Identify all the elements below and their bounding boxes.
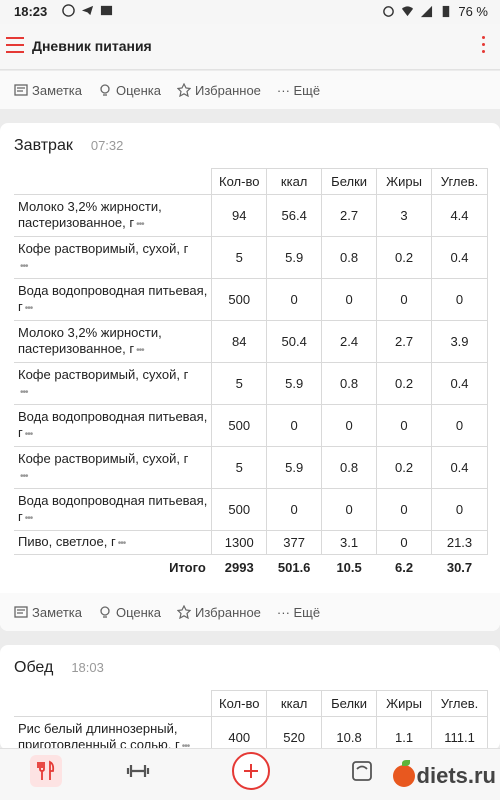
column-kcal: ккал (266, 168, 323, 195)
dots-icon: ••• (24, 302, 33, 314)
column-carbs: Углев. (431, 168, 488, 195)
lightbulb-icon (100, 606, 110, 618)
column-qty: Кол-во (211, 690, 268, 717)
food-row[interactable]: Вода водопроводная питьевая, г ••• 500 0 0 0… (14, 404, 488, 447)
day-actions-bar: Заметка Оценка Избранное ··· Ещё (0, 71, 500, 109)
gallery-icon (100, 5, 113, 16)
column-qty: Кол-во (211, 168, 268, 195)
dots-icon: ••• (20, 470, 28, 482)
food-row[interactable]: Молоко 3,2% жирности, пастеризованное, г… (14, 194, 488, 237)
favorites-button[interactable]: Избранное (177, 605, 261, 620)
app-bar: Дневник питания (0, 24, 500, 70)
meal-time[interactable]: 18:03 (71, 660, 104, 675)
battery-level: 76 % (458, 4, 488, 19)
apple-icon (392, 760, 415, 787)
status-bar: 18:23 76 % (0, 0, 500, 24)
alarm-icon (383, 6, 395, 17)
food-row[interactable]: Молоко 3,2% жирности, пастеризованное, г… (14, 320, 488, 363)
dots-icon: ••• (24, 428, 33, 440)
food-row[interactable]: Вода водопроводная питьевая, г ••• 500 0 0 0… (14, 488, 488, 531)
breakfast-card: Завтрак 07:32 Кол-во ккал Белки Жиры Угл… (0, 123, 500, 631)
page-title: Дневник питания (32, 38, 152, 54)
fork-knife-icon (37, 760, 55, 780)
viber-icon (62, 4, 75, 17)
breakfast-table: Кол-во ккал Белки Жиры Углев. Молоко 3,2… (14, 168, 488, 581)
plus-icon (244, 764, 258, 778)
note-icon (14, 84, 28, 96)
food-row[interactable]: Кофе растворимый, сухой, г ••• 5 5.9 0.8 0.2… (14, 236, 488, 279)
more-actions-button[interactable]: ··· Ещё (277, 605, 320, 620)
column-protein: Белки (321, 168, 378, 195)
rating-button[interactable]: Оценка (98, 83, 161, 98)
rating-button[interactable]: Оценка (98, 605, 161, 620)
food-row[interactable]: Вода водопроводная питьевая, г ••• 500 0 0 0… (14, 278, 488, 321)
column-protein: Белки (321, 690, 378, 717)
note-icon (14, 606, 28, 618)
dots-icon: ••• (136, 218, 144, 230)
nav-scale[interactable] (346, 755, 378, 787)
more-menu-button[interactable] (480, 36, 486, 58)
total-row: Итого 2993 501.6 10.5 6.2 30.7 (14, 554, 488, 581)
dumbbell-icon (126, 765, 150, 777)
column-kcal: ккал (266, 690, 323, 717)
column-carbs: Углев. (431, 690, 488, 717)
status-time: 18:23 (14, 4, 48, 19)
nav-workout[interactable] (122, 755, 154, 787)
total-label: Итого (14, 554, 212, 581)
dots-icon: ••• (20, 260, 28, 272)
meal-name[interactable]: Завтрак (14, 137, 73, 155)
star-icon (177, 83, 192, 97)
telegram-icon (81, 5, 94, 16)
note-button[interactable]: Заметка (14, 83, 82, 98)
bottom-navigation: diets.ru (0, 748, 500, 800)
lightbulb-icon (100, 84, 110, 96)
site-logo: diets.ru (392, 760, 496, 789)
meal-name[interactable]: Обед (14, 659, 53, 677)
favorites-button[interactable]: Избранное (177, 83, 261, 98)
breakfast-actions-bar: Заметка Оценка Избранное ··· Ещё (0, 593, 500, 631)
add-entry-button[interactable] (232, 752, 270, 790)
food-row[interactable]: Кофе растворимый, сухой, г ••• 5 5.9 0.8 0.2… (14, 362, 488, 405)
food-row[interactable]: Кофе растворимый, сухой, г ••• 5 5.9 0.8 0.2… (14, 446, 488, 489)
star-icon (177, 605, 192, 619)
dots-icon: ••• (24, 512, 33, 524)
signal-icon (421, 5, 433, 18)
scale-icon (352, 761, 372, 781)
battery-icon (443, 5, 450, 18)
column-fat: Жиры (376, 168, 432, 195)
more-actions-button[interactable]: ··· Ещё (277, 83, 320, 98)
meal-time[interactable]: 07:32 (91, 138, 124, 153)
food-row[interactable]: Пиво, светлое, г ••• 1300 377 3.1 0 21.3 (14, 530, 488, 555)
column-fat: Жиры (376, 690, 433, 717)
dots-icon: ••• (20, 386, 28, 398)
dots-icon: ••• (117, 537, 126, 549)
food-row[interactable]: Рис белый длиннозерный, приготовленный с… (14, 716, 488, 750)
menu-button[interactable] (6, 37, 24, 53)
dots-icon: ••• (136, 344, 144, 356)
lunch-table: Кол-во ккал Белки Жиры Углев. Рис белый … (14, 690, 488, 750)
note-button[interactable]: Заметка (14, 605, 82, 620)
wifi-icon (402, 6, 414, 17)
lunch-card: Обед 18:03 Кол-во ккал Белки Жиры Углев.… (0, 645, 500, 750)
nav-food-diary[interactable] (30, 755, 62, 787)
